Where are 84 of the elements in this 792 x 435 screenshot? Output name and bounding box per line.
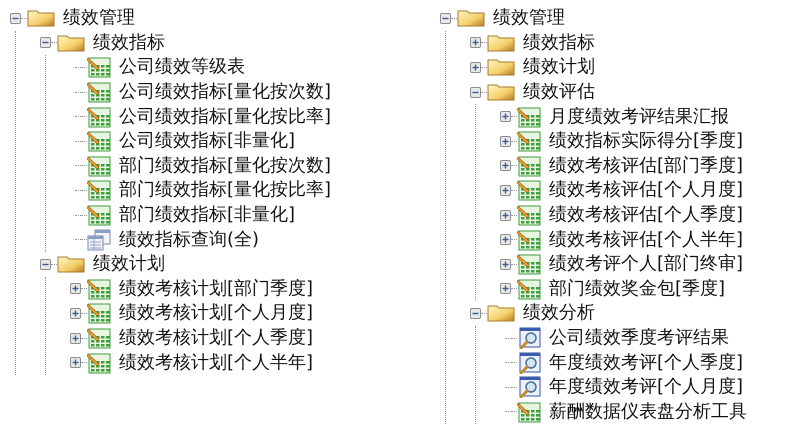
folder-icon: [457, 9, 485, 28]
tree-item-label[interactable]: 绩效指标查询(全): [119, 228, 260, 251]
collapse-toggle[interactable]: [40, 258, 51, 270]
spreadsheet-pencil-icon: [517, 253, 541, 276]
tree-item-label[interactable]: 公司绩效指标[量化按比率]: [119, 106, 332, 128]
folder-icon: [487, 58, 515, 76]
tree-item-label[interactable]: 部门绩效指标[量化按比率]: [119, 179, 332, 202]
tree-item-label[interactable]: 公司绩效季度考评结果: [549, 327, 729, 350]
expand-toggle[interactable]: [500, 111, 511, 122]
spreadsheet-pencil-icon: [87, 204, 111, 226]
tree-item-label[interactable]: 公司绩效指标[量化按次数]: [119, 81, 332, 104]
spreadsheet-pencil-icon: [517, 278, 541, 300]
folder-icon: [57, 255, 85, 274]
folder-icon: [487, 34, 515, 52]
search-icon: [517, 327, 541, 350]
expand-toggle[interactable]: [470, 37, 481, 48]
collapse-toggle[interactable]: [470, 86, 481, 98]
spreadsheet-pencil-icon: [87, 352, 111, 374]
tree-item-label[interactable]: 绩效分析: [523, 302, 595, 324]
tree-item-label[interactable]: 绩效考核评估[部门季度]: [549, 154, 744, 177]
collapse-toggle[interactable]: [10, 12, 21, 24]
expand-toggle[interactable]: [70, 283, 81, 294]
expand-toggle[interactable]: [500, 234, 511, 246]
folder-icon: [27, 9, 55, 28]
expand-toggle[interactable]: [70, 357, 81, 368]
tree-item-label[interactable]: 绩效考核评估[个人半年]: [549, 228, 744, 251]
expand-toggle[interactable]: [500, 184, 511, 196]
tree-item-label[interactable]: 绩效管理: [63, 7, 135, 30]
spreadsheet-pencil-icon: [517, 228, 541, 251]
tree-item-label[interactable]: 部门绩效指标[非量化]: [119, 204, 296, 226]
tree-item-label[interactable]: 月度绩效考评结果汇报: [549, 106, 729, 128]
tree-item-label[interactable]: 绩效管理: [493, 7, 565, 30]
tree-item-label[interactable]: 绩效考核计划[个人季度]: [119, 327, 314, 350]
expand-toggle[interactable]: [500, 283, 511, 294]
expand-toggle[interactable]: [500, 136, 511, 147]
expand-toggle[interactable]: [470, 62, 481, 73]
spreadsheet-pencil-icon: [517, 106, 541, 128]
spreadsheet-pencil-icon: [517, 154, 541, 177]
expand-toggle[interactable]: [500, 160, 511, 172]
tree-item-label[interactable]: 绩效计划: [93, 253, 165, 276]
tree-item-label[interactable]: 绩效考核计划[个人半年]: [119, 352, 314, 374]
folder-icon: [487, 304, 515, 322]
tree-item-label[interactable]: 年度绩效考评[个人季度]: [549, 352, 744, 374]
expand-toggle[interactable]: [70, 332, 81, 344]
tree-item-label[interactable]: 绩效考核评估[个人月度]: [549, 179, 744, 202]
tree-item-label[interactable]: 绩效考核计划[个人月度]: [119, 302, 314, 324]
tree-item-label[interactable]: 薪酬数据仪表盘分析工具: [549, 400, 747, 423]
collapse-toggle[interactable]: [440, 12, 451, 24]
expand-toggle[interactable]: [500, 258, 511, 270]
tree-item-label[interactable]: 年度绩效考评[个人月度]: [549, 376, 744, 398]
tree-item-label[interactable]: 绩效评估: [523, 81, 595, 104]
spreadsheet-pencil-icon: [87, 278, 111, 300]
spreadsheet-pencil-icon: [87, 154, 111, 177]
tree-item-label[interactable]: 绩效考核评估[个人季度]: [549, 204, 744, 226]
expand-toggle[interactable]: [70, 308, 81, 319]
tree-item-label[interactable]: 绩效考核计划[部门季度]: [119, 278, 314, 300]
spreadsheet-pencil-icon: [517, 179, 541, 202]
spreadsheet-pencil-icon: [87, 81, 111, 104]
folder-icon: [487, 83, 515, 102]
tree-item-label[interactable]: 绩效计划: [523, 56, 595, 78]
table-window-icon: [87, 228, 111, 251]
search-icon: [517, 352, 541, 374]
tree-item-label[interactable]: 绩效指标: [523, 32, 595, 54]
spreadsheet-pencil-icon: [517, 400, 541, 423]
tree-item-label[interactable]: 绩效考评个人[部门终审]: [549, 253, 744, 276]
spreadsheet-pencil-icon: [87, 302, 111, 324]
tree-item-label[interactable]: 绩效指标: [93, 32, 165, 54]
tree-item-label[interactable]: 公司绩效等级表: [119, 56, 245, 78]
tree-item-label[interactable]: 公司绩效指标[非量化]: [119, 130, 296, 152]
spreadsheet-pencil-icon: [87, 179, 111, 202]
spreadsheet-pencil-icon: [87, 327, 111, 350]
collapse-toggle[interactable]: [470, 308, 481, 319]
spreadsheet-pencil-icon: [87, 56, 111, 78]
tree-item-label[interactable]: 部门绩效指标[量化按次数]: [119, 154, 332, 177]
spreadsheet-pencil-icon: [87, 130, 111, 152]
expand-toggle[interactable]: [500, 210, 511, 221]
collapse-toggle[interactable]: [40, 37, 51, 48]
search-icon: [517, 376, 541, 398]
folder-icon: [57, 34, 85, 52]
spreadsheet-pencil-icon: [87, 106, 111, 128]
tree-item-label[interactable]: 部门绩效奖金包[季度]: [549, 278, 726, 300]
spreadsheet-pencil-icon: [517, 204, 541, 226]
tree-item-label[interactable]: 绩效指标实际得分[季度]: [549, 130, 744, 152]
spreadsheet-pencil-icon: [517, 130, 541, 152]
